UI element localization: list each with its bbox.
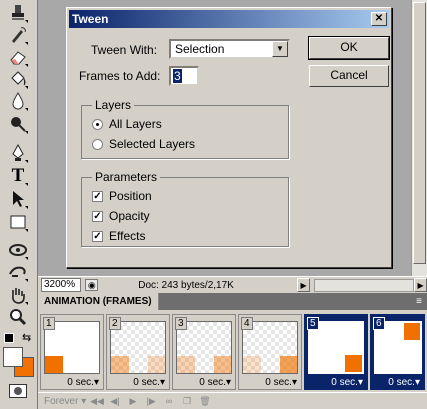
pen-icon[interactable]	[7, 142, 29, 164]
selected-layers-radio[interactable]: Selected Layers	[92, 137, 195, 151]
layers-legend: Layers	[92, 98, 135, 112]
history-brush-icon[interactable]	[7, 24, 29, 46]
parameters-legend: Parameters	[92, 170, 161, 184]
frame-number: 5	[307, 317, 319, 330]
radio-unselected-icon	[92, 138, 103, 150]
type-icon[interactable]: T	[7, 165, 29, 187]
rectangle-icon[interactable]	[7, 211, 29, 233]
frames-strip: 1 0 sec.▾ 2 0 sec.▾ 3 0 sec.▾ 4 0 sec.▾ …	[38, 310, 427, 392]
radio-selected-icon	[92, 118, 103, 130]
tween-with-select[interactable]: Selection ▼	[169, 39, 290, 59]
ok-button[interactable]: OK	[308, 36, 390, 60]
checkmark-icon: ✓	[92, 210, 103, 222]
default-colors-icon[interactable]	[4, 333, 14, 343]
path-select-icon[interactable]	[7, 188, 29, 210]
frame-number: 6	[373, 317, 385, 330]
paint-bucket-icon[interactable]	[7, 68, 29, 90]
blur-icon[interactable]	[7, 90, 29, 112]
eyedropper-icon[interactable]	[7, 261, 29, 283]
cancel-button[interactable]: Cancel	[309, 65, 389, 87]
stamp-icon[interactable]	[7, 2, 29, 24]
next-frame-icon[interactable]: |▶	[142, 396, 160, 407]
swap-colors-icon[interactable]: ⇆	[22, 331, 31, 344]
document-icon[interactable]: ◉	[85, 279, 99, 291]
parameters-group: Parameters ✓ Position ✓ Opacity ✓ Effect…	[81, 170, 289, 247]
status-bar: 3200% ◉ Doc: 243 bytes/2,17K ▶ ▶	[38, 276, 427, 293]
checkmark-icon: ✓	[92, 230, 103, 242]
foreground-color-swatch[interactable]	[3, 347, 23, 367]
frame-2[interactable]: 2 0 sec.▾	[106, 314, 170, 390]
frame-6[interactable]: 6 0 sec.▾	[370, 314, 425, 390]
duplicate-frame-icon[interactable]: ❐	[178, 396, 196, 407]
eraser-icon[interactable]	[7, 46, 29, 68]
checkmark-icon: ✓	[92, 190, 103, 202]
effects-checkbox[interactable]: ✓ Effects	[92, 229, 145, 243]
loop-select[interactable]: Forever ▾	[44, 396, 88, 407]
tween-icon[interactable]: ∞	[160, 396, 178, 406]
doc-info: Doc: 243 bytes/2,17K	[138, 279, 234, 291]
scroll-right-icon[interactable]: ▶	[414, 278, 427, 292]
frame-delay[interactable]: 0 sec.▾	[388, 377, 420, 388]
frame-delay[interactable]: 0 sec.▾	[199, 377, 231, 388]
tween-dialog: Tween ✕ Tween With: Selection ▼ Frames t…	[66, 7, 392, 268]
frame-number: 2	[109, 317, 121, 330]
frame-1[interactable]: 1 0 sec.▾	[40, 314, 104, 390]
tools-panel: T ⇆	[0, 0, 38, 409]
opacity-checkbox[interactable]: ✓ Opacity	[92, 209, 150, 223]
dodge-icon[interactable]	[7, 113, 29, 135]
frame-delay[interactable]: 0 sec.▾	[67, 377, 99, 388]
frames-to-add-input[interactable]: 3	[169, 66, 199, 86]
previous-frame-icon[interactable]: ◀|	[106, 396, 124, 407]
zoom-icon[interactable]	[7, 306, 29, 328]
panel-menu-icon[interactable]: ≡	[416, 296, 422, 307]
close-icon[interactable]: ✕	[371, 12, 387, 26]
dialog-title-bar[interactable]: Tween ✕	[69, 10, 389, 28]
chevron-down-icon[interactable]: ▼	[272, 41, 288, 57]
frames-to-add-label: Frames to Add:	[79, 69, 161, 83]
first-frame-icon[interactable]: ◀◀	[88, 396, 106, 407]
frame-3[interactable]: 3 0 sec.▾	[172, 314, 236, 390]
status-menu-arrow-icon[interactable]: ▶	[297, 278, 311, 292]
animation-controls: Forever ▾ ◀◀ ◀| ▶ |▶ ∞ ❐ 🗑	[38, 392, 427, 409]
position-checkbox[interactable]: ✓ Position	[92, 189, 152, 203]
frame-delay[interactable]: 0 sec.▾	[331, 377, 363, 388]
frame-number: 3	[175, 317, 187, 330]
delete-frame-icon[interactable]: 🗑	[196, 396, 214, 407]
frame-4[interactable]: 4 0 sec.▾	[238, 314, 302, 390]
frame-delay[interactable]: 0 sec.▾	[265, 377, 297, 388]
zoom-field[interactable]: 3200%	[41, 278, 82, 292]
dialog-title: Tween	[72, 12, 109, 26]
frame-number: 1	[43, 317, 55, 330]
play-icon[interactable]: ▶	[124, 396, 142, 407]
frame-5[interactable]: 5 0 sec.▾	[304, 314, 368, 390]
animation-panel-header: ANIMATION (FRAMES) ≡	[38, 293, 427, 310]
horizontal-scrollbar[interactable]	[314, 278, 415, 292]
hand-icon[interactable]	[7, 284, 29, 306]
note-icon[interactable]	[7, 239, 29, 261]
frame-number: 4	[241, 317, 253, 330]
animation-tab[interactable]: ANIMATION (FRAMES)	[38, 293, 159, 310]
frame-delay[interactable]: 0 sec.▾	[133, 377, 165, 388]
all-layers-radio[interactable]: All Layers	[92, 117, 162, 131]
layers-group: Layers All Layers Selected Layers	[81, 98, 289, 159]
quick-mask-icon[interactable]	[9, 384, 27, 398]
vertical-scrollbar[interactable]	[411, 0, 427, 276]
tween-with-label: Tween With:	[91, 43, 158, 57]
